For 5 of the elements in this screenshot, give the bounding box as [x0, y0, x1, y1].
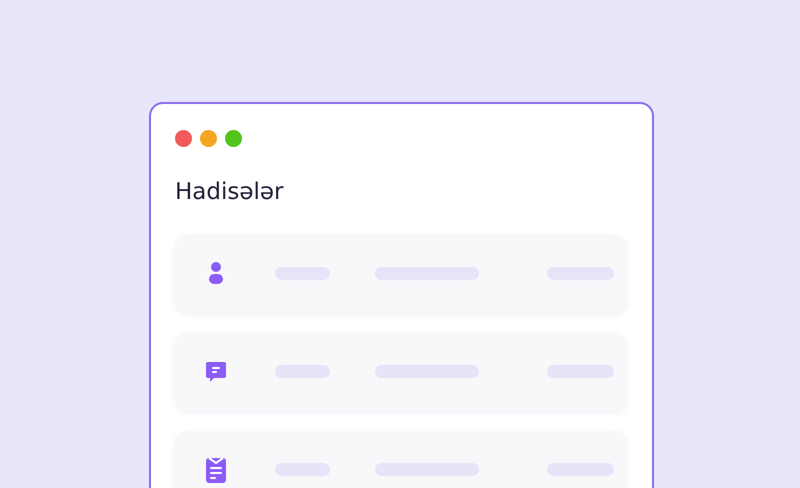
window-control-dot[interactable] — [175, 130, 192, 147]
window-control-dot[interactable] — [225, 130, 242, 147]
clipboard-icon — [203, 454, 229, 485]
window-control-dot[interactable] — [200, 130, 217, 147]
window-title: Hadisələr — [175, 179, 285, 207]
